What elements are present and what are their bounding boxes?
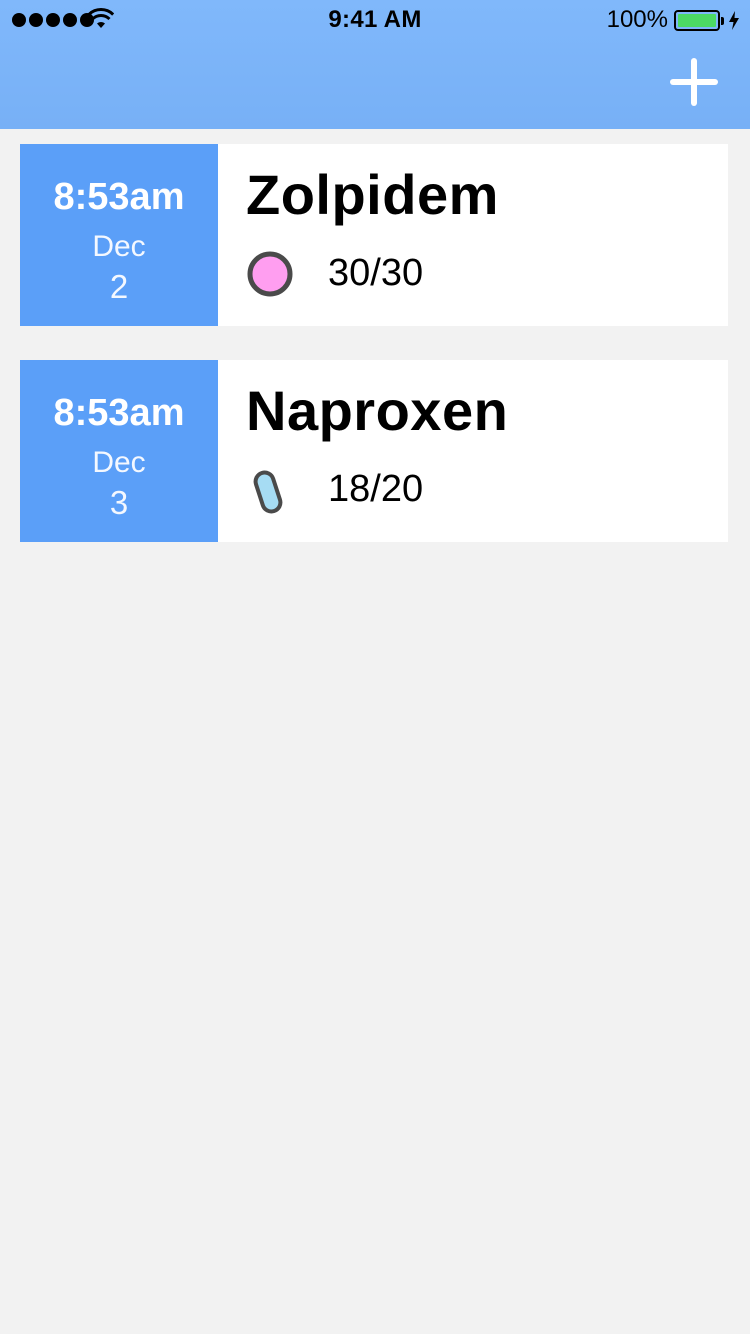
- charging-bolt-icon: [729, 11, 739, 30]
- dose-day: 2: [109, 268, 129, 305]
- dose-day: 3: [109, 484, 129, 521]
- dose-time: 8:53am: [53, 176, 185, 218]
- battery-icon: [674, 10, 724, 31]
- navigation-header: 9:41 AM 100%: [0, 0, 750, 129]
- medication-card[interactable]: 8:53am Dec 2 Zolpidem 30/30: [20, 144, 728, 326]
- capsule-pill-icon: [253, 470, 283, 514]
- schedule-block: 8:53am Dec 2: [20, 144, 218, 326]
- medication-name: Naproxen: [246, 379, 509, 442]
- dose-month: Dec: [92, 230, 146, 263]
- add-medication-button[interactable]: [670, 58, 718, 106]
- dose-month: Dec: [92, 446, 146, 479]
- schedule-block: 8:53am Dec 3: [20, 360, 218, 542]
- pill-count: 30/30: [328, 252, 424, 294]
- medication-card[interactable]: 8:53am Dec 3 Naproxen 18/20: [20, 360, 728, 542]
- status-bar: 9:41 AM 100%: [0, 0, 750, 40]
- dose-time: 8:53am: [53, 392, 185, 434]
- round-pill-icon: [247, 251, 293, 297]
- pill-count: 18/20: [328, 468, 424, 510]
- medication-name: Zolpidem: [246, 163, 499, 226]
- battery-percentage: 100%: [606, 6, 668, 33]
